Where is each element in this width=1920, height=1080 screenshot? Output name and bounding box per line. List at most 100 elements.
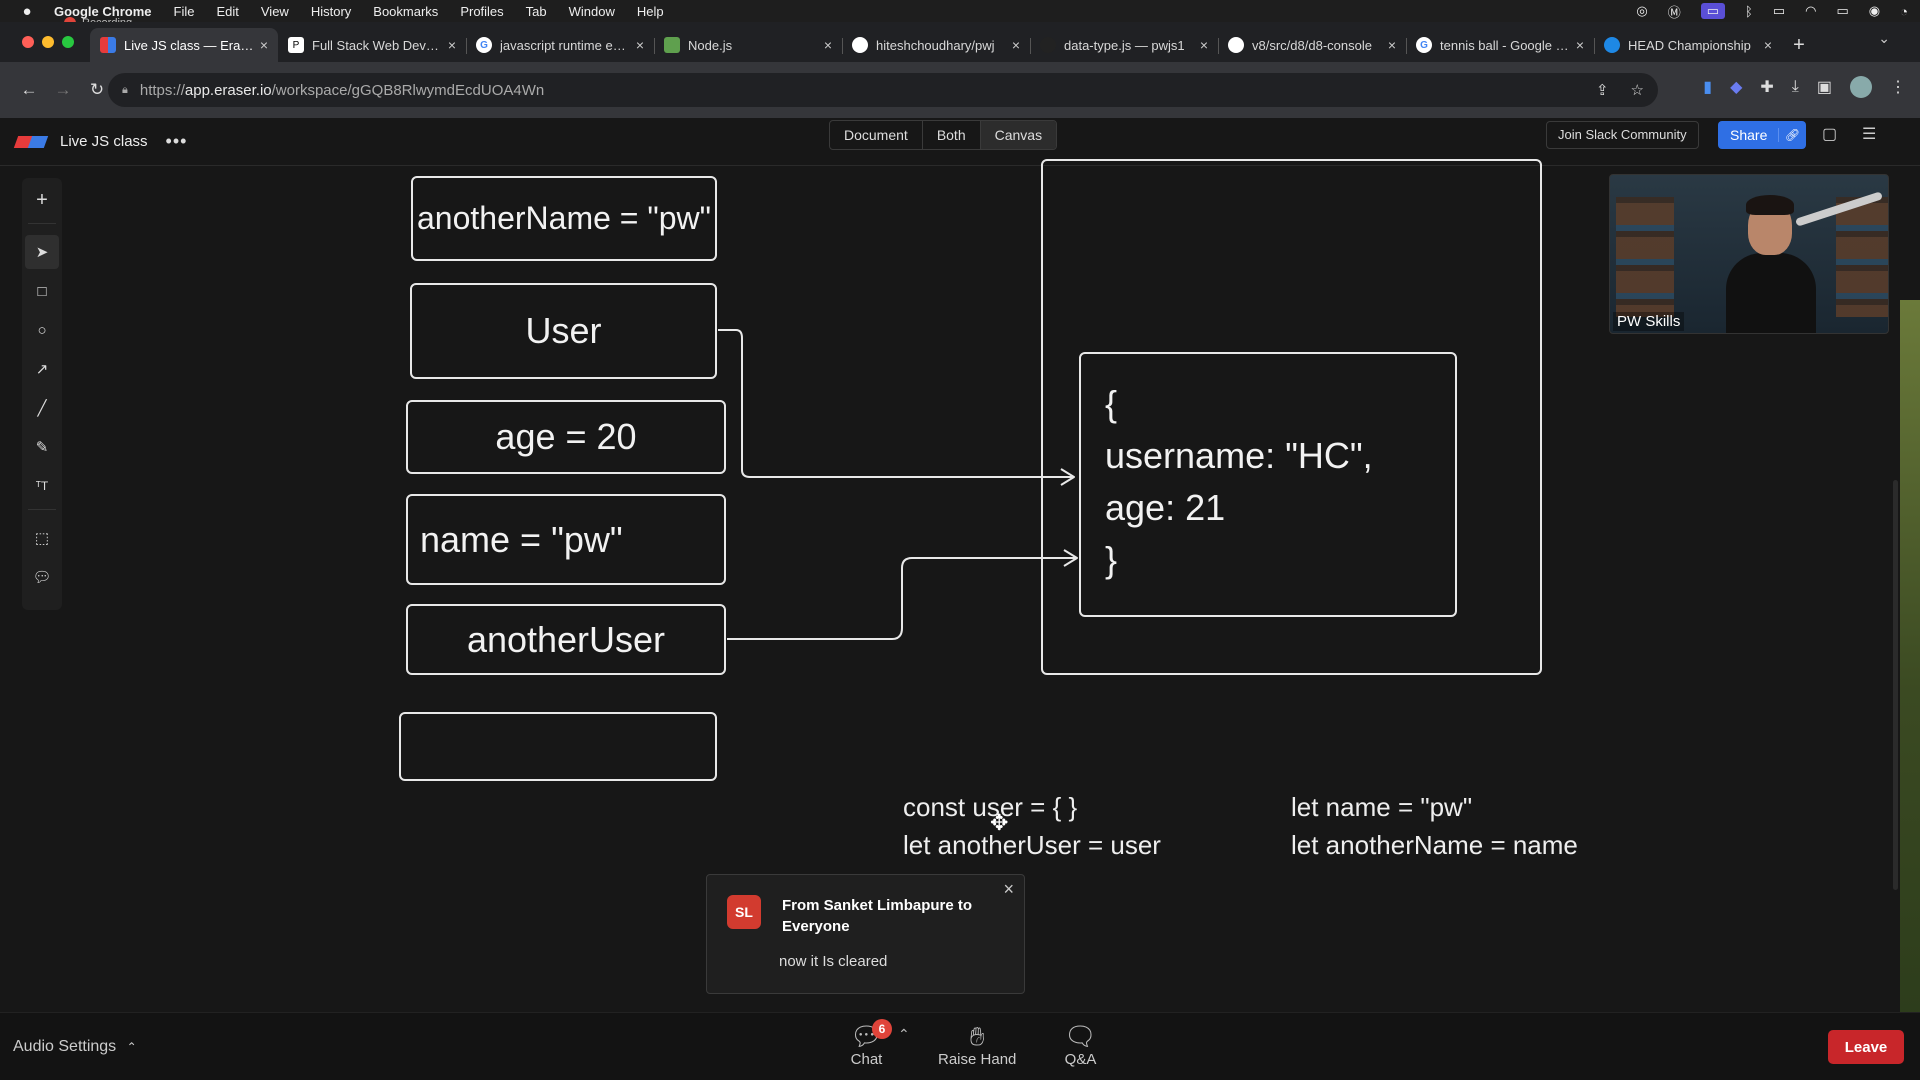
lock-icon[interactable]: 🔒︎ [122, 84, 128, 97]
copy-link-icon[interactable]: 🔗︎ [1778, 128, 1806, 142]
creative-cloud-icon[interactable]: ◎ [1636, 3, 1647, 19]
document-title[interactable]: Live JS class [60, 133, 148, 150]
object-box[interactable]: { username: "HC", age: 21 } [1079, 352, 1457, 617]
line-tool-icon[interactable]: ╱ [25, 391, 59, 425]
battery-icon[interactable]: ▭ [1837, 3, 1849, 19]
close-window-icon[interactable] [22, 36, 34, 48]
mode-both-button[interactable]: Both [923, 121, 981, 149]
close-tab-icon[interactable]: × [1576, 37, 1584, 53]
close-tab-icon[interactable]: × [1012, 37, 1020, 53]
tab-tennis-ball[interactable]: G tennis ball - Google Search × [1406, 28, 1594, 62]
tab-nodejs[interactable]: Node.js × [654, 28, 842, 62]
tab-v8-console[interactable]: v8/src/d8/d8-console × [1218, 28, 1406, 62]
menu-view[interactable]: View [261, 4, 289, 19]
tab-live-js-class[interactable]: Live JS class — Eraser × [90, 28, 278, 62]
outline-panel-icon[interactable]: ☰ [1862, 124, 1876, 144]
display-icon[interactable]: ▭ [1773, 3, 1785, 19]
qa-button[interactable]: 🗨︎ Q&A [1064, 1021, 1097, 1068]
text-tool-icon[interactable]: ᵀT [25, 469, 59, 503]
back-icon[interactable]: ← [14, 80, 44, 100]
arrow-tool-icon[interactable]: ↗ [25, 352, 59, 386]
audio-settings-button[interactable]: Audio Settings ⌃ [13, 1038, 137, 1056]
m-icon[interactable]: Ⓜ [1668, 2, 1681, 21]
profile-avatar[interactable] [1850, 76, 1872, 98]
maximize-window-icon[interactable] [62, 36, 74, 48]
box-empty[interactable] [399, 712, 717, 781]
chat-notification[interactable]: SL From Sanket Limbapure to Everyone now… [706, 874, 1025, 994]
eraser-logo[interactable] [13, 134, 49, 150]
control-center-icon[interactable]: ◔ [1900, 4, 1908, 19]
close-tab-icon[interactable]: × [824, 37, 832, 53]
menu-profiles[interactable]: Profiles [460, 4, 503, 19]
comment-tool-icon[interactable]: 💬︎ [25, 560, 59, 594]
share-label: Share [1730, 127, 1768, 143]
menu-window[interactable]: Window [569, 4, 615, 19]
chat-button[interactable]: 💬︎ 6 Chat [850, 1019, 892, 1068]
chrome-menu-icon[interactable]: ⋮ [1890, 77, 1906, 97]
ellipse-tool-icon[interactable]: ○ [25, 313, 59, 347]
close-tab-icon[interactable]: × [260, 37, 268, 53]
menu-bookmarks[interactable]: Bookmarks [373, 4, 438, 19]
comments-icon[interactable]: ▢ [1822, 124, 1837, 144]
frame-tool-icon[interactable]: ⬚ [25, 521, 59, 555]
close-tab-icon[interactable]: × [1764, 37, 1772, 53]
box-another-name[interactable]: anotherName = "pw" [411, 176, 717, 261]
close-icon[interactable]: × [1003, 879, 1014, 900]
menu-tab[interactable]: Tab [526, 4, 547, 19]
close-tab-icon[interactable]: × [1388, 37, 1396, 53]
tab-head-championship[interactable]: HEAD Championship × [1594, 28, 1782, 62]
minimize-window-icon[interactable] [42, 36, 54, 48]
bookmark-star-icon[interactable]: ☆ [1631, 81, 1644, 99]
mac-menubar: ● Google Chrome File Edit View History B… [0, 0, 1920, 22]
tab-github-pwj[interactable]: hiteshchoudhary/pwj × [842, 28, 1030, 62]
webcam-video: PW Skills [1609, 174, 1889, 334]
new-tab-button[interactable]: + [1782, 28, 1816, 62]
pencil-tool-icon[interactable]: ✎ [25, 430, 59, 464]
box-name[interactable]: name = "pw" [406, 494, 726, 585]
mode-document-button[interactable]: Document [830, 121, 923, 149]
screen-share-icon[interactable]: ▭ [1700, 3, 1726, 19]
extension-b-icon[interactable]: ▮ [1703, 77, 1712, 97]
tab-data-type[interactable]: data-type.js — pwjs1 × [1030, 28, 1218, 62]
box-age[interactable]: age = 20 [406, 400, 726, 474]
tab-javascript-runtime[interactable]: G javascript runtime engine × [466, 28, 654, 62]
box-user[interactable]: User [410, 283, 717, 379]
mode-canvas-button[interactable]: Canvas [980, 121, 1057, 149]
chat-options-chevron-icon[interactable]: ⌃ [898, 1026, 910, 1043]
join-slack-button[interactable]: Join Slack Community [1546, 121, 1699, 149]
eraser-icon [100, 37, 116, 53]
menu-file[interactable]: File [174, 4, 195, 19]
rectangle-tool-icon[interactable]: □ [25, 274, 59, 308]
select-pointer-icon[interactable]: ➤ [25, 235, 59, 269]
menu-history[interactable]: History [311, 4, 351, 19]
apple-icon[interactable]: ● [0, 3, 54, 20]
menu-edit[interactable]: Edit [216, 4, 238, 19]
code-line: let anotherName = name [1291, 830, 1578, 860]
tab-title: javascript runtime engine [500, 37, 630, 53]
canvas-scrollbar[interactable] [1893, 480, 1898, 890]
bluetooth-icon[interactable]: ᛒ [1745, 4, 1753, 19]
close-tab-icon[interactable]: × [1200, 37, 1208, 53]
close-tab-icon[interactable]: × [448, 37, 456, 53]
close-tab-icon[interactable]: × [636, 37, 644, 53]
more-options-icon[interactable]: ••• [166, 131, 188, 152]
bookshelf-right [1836, 197, 1888, 317]
siri-icon[interactable]: ◉ [1869, 3, 1880, 19]
raise-hand-button[interactable]: ✋︎ Raise Hand [938, 1021, 1016, 1068]
leave-button[interactable]: Leave [1828, 1030, 1904, 1064]
forward-icon[interactable]: → [48, 80, 78, 100]
extension-drop-icon[interactable]: ◆ [1730, 77, 1742, 97]
menu-help[interactable]: Help [637, 4, 664, 19]
box-another-user[interactable]: anotherUser [406, 604, 726, 675]
share-button[interactable]: Share 🔗︎ [1718, 121, 1806, 149]
tab-search-icon[interactable]: ⌄ [1878, 30, 1890, 47]
address-bar[interactable]: 🔒︎ https://app.eraser.io/workspace/gGQB8… [108, 73, 1658, 107]
tab-full-stack[interactable]: P Full Stack Web Development × [278, 28, 466, 62]
download-icon[interactable]: ⤓ [1792, 78, 1799, 96]
wifi-icon[interactable]: ◠ [1805, 3, 1816, 19]
share-page-icon[interactable]: ⇪ [1596, 81, 1609, 99]
add-icon[interactable]: + [25, 183, 59, 217]
object-line: age: 21 [1105, 487, 1226, 528]
extensions-puzzle-icon[interactable]: ✚ [1760, 77, 1773, 97]
side-panel-icon[interactable]: ▣ [1817, 77, 1832, 97]
